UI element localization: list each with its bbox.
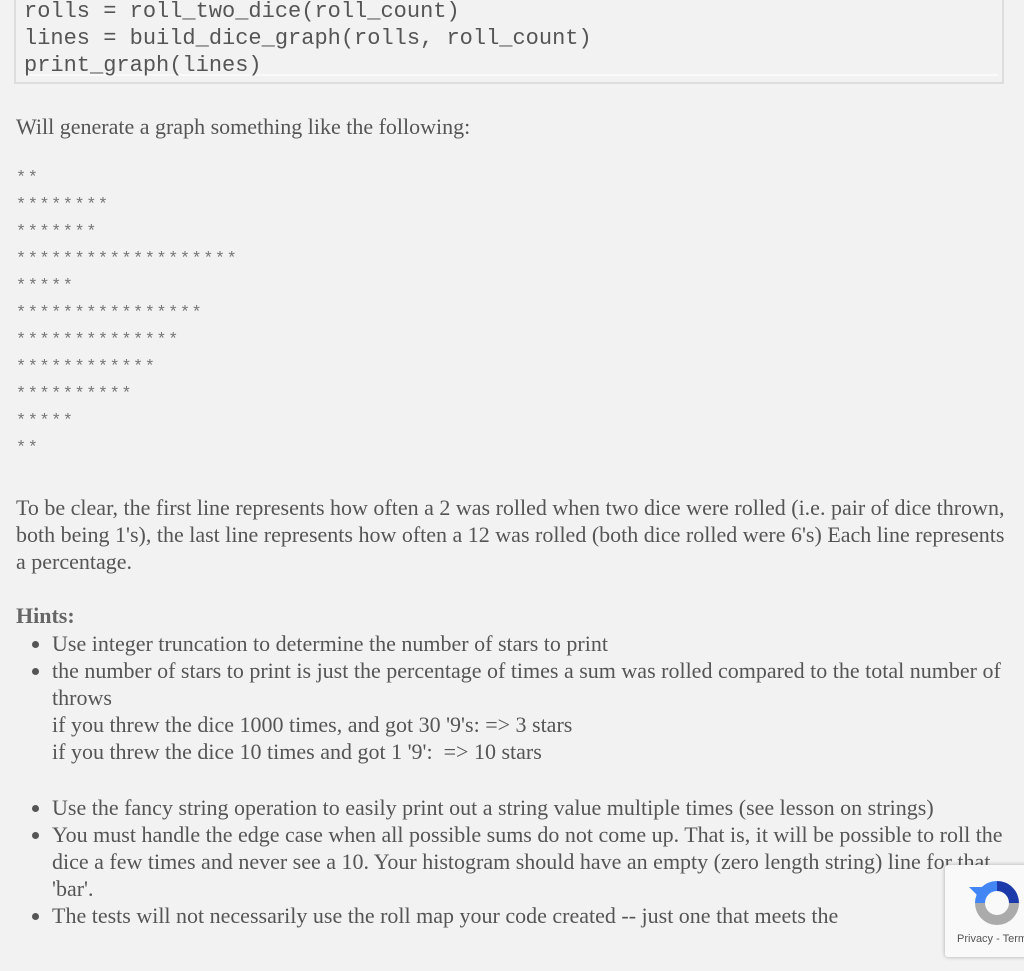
- graph-line: **: [16, 169, 40, 188]
- hints-list-continued: Use the fancy string operation to easily…: [16, 794, 1012, 929]
- hints-title: Hints:: [16, 603, 75, 628]
- hint-item: You must handle the edge case when all p…: [52, 821, 1012, 902]
- graph-line: ****************: [16, 304, 204, 323]
- hint-item: Use integer truncation to determine the …: [52, 630, 1012, 657]
- dice-graph: ** ******** ******* ******************* …: [16, 165, 238, 462]
- hint-item: The tests will not necessarily use the r…: [52, 902, 1012, 929]
- recaptcha-icon: [969, 881, 1019, 925]
- code-listing: rolls = roll_two_dice(roll_count) lines =…: [24, 0, 592, 79]
- code-line: rolls = roll_two_dice(roll_count): [24, 0, 460, 24]
- graph-line: **************: [16, 331, 180, 350]
- code-line: lines = build_dice_graph(rolls, roll_cou…: [24, 26, 592, 51]
- graph-line: **: [16, 439, 40, 458]
- graph-line: ********: [16, 196, 110, 215]
- intro-text: Will generate a graph something like the…: [16, 114, 471, 139]
- recaptcha-privacy-terms[interactable]: Privacy - Terms: [957, 933, 1024, 945]
- hint-example: if you threw the dice 1000 times, and go…: [52, 712, 573, 737]
- graph-line: *****: [16, 412, 75, 431]
- recaptcha-badge[interactable]: Privacy - Terms: [945, 865, 1024, 957]
- hint-item: Use the fancy string operation to easily…: [52, 794, 1012, 821]
- graph-line: *****: [16, 277, 75, 296]
- hint-example: if you threw the dice 10 times and got 1…: [52, 739, 542, 764]
- code-line: print_graph(lines): [24, 53, 262, 78]
- hint-item: the number of stars to print is just the…: [52, 657, 1012, 765]
- code-block: rolls = roll_two_dice(roll_count) lines =…: [14, 0, 1004, 84]
- graph-line: **********: [16, 385, 134, 404]
- explanation-text: To be clear, the first line represents h…: [16, 495, 1005, 574]
- hints-list: Use integer truncation to determine the …: [16, 630, 1012, 765]
- graph-line: ************: [16, 358, 157, 377]
- graph-line: *******************: [16, 250, 239, 269]
- graph-line: *******: [16, 223, 98, 242]
